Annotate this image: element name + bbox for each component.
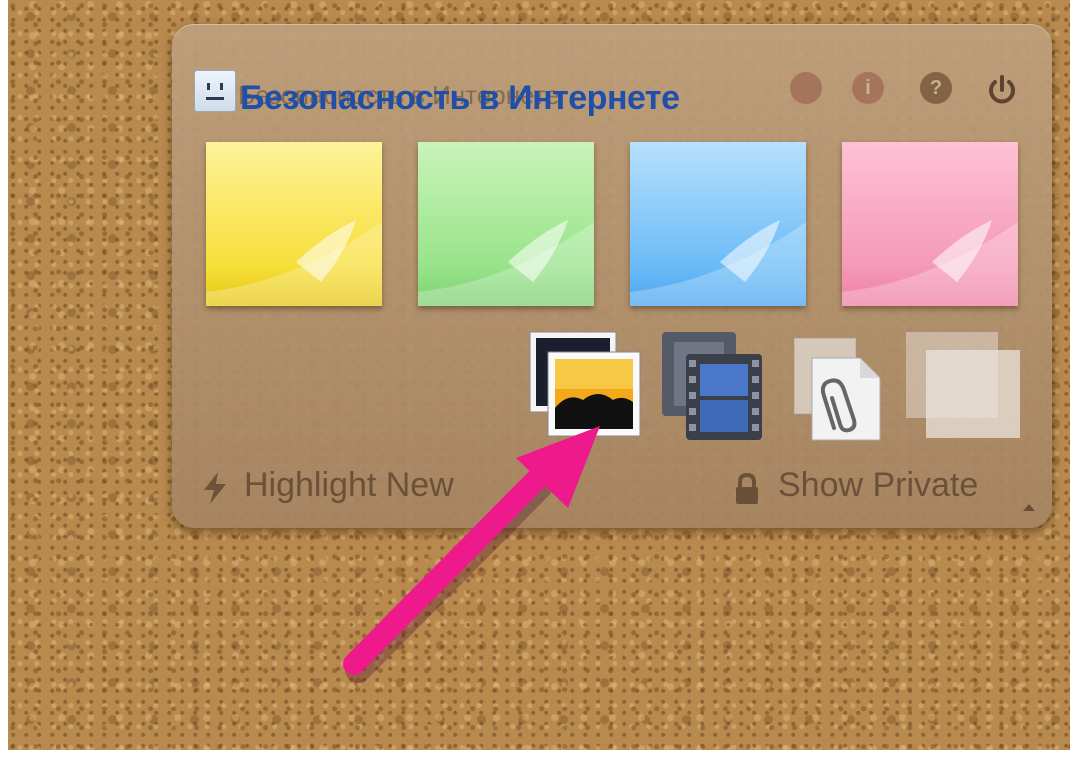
- help-icon[interactable]: ?: [920, 72, 952, 104]
- blank-note-icon[interactable]: [904, 330, 1022, 445]
- pink-arrow-annotation: [330, 418, 620, 703]
- collapse-chevron-icon[interactable]: [1020, 500, 1038, 519]
- info-icon[interactable]: i: [852, 72, 884, 104]
- note-green[interactable]: [418, 142, 594, 306]
- attachment-icon[interactable]: [790, 334, 886, 449]
- note-pink[interactable]: [842, 142, 1018, 306]
- note-yellow[interactable]: [206, 142, 382, 306]
- show-private-button[interactable]: Show Private: [778, 466, 978, 505]
- lock-icon: [732, 472, 762, 511]
- overlay-title: Безопасность в Интернете: [240, 79, 680, 117]
- lightning-icon: [200, 470, 230, 511]
- back-icon[interactable]: [790, 72, 822, 104]
- power-icon[interactable]: [984, 72, 1020, 108]
- note-blue[interactable]: [630, 142, 806, 306]
- film-icon[interactable]: [660, 330, 766, 447]
- face-icon: [194, 70, 236, 112]
